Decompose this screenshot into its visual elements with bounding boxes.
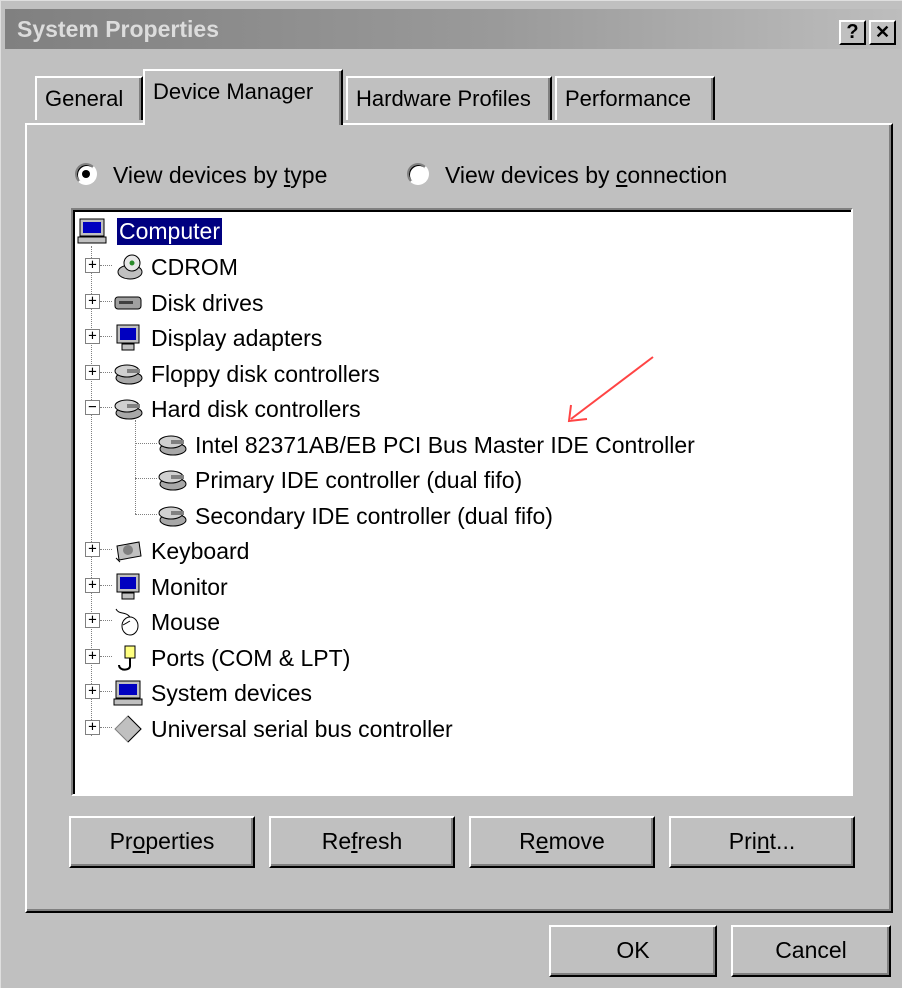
tab-device-manager[interactable]: Device Manager: [143, 69, 343, 125]
tree-child-label: Intel 82371AB/EB PCI Bus Master IDE Cont…: [195, 431, 695, 458]
monitor-icon: [116, 573, 140, 599]
cancel-button[interactable]: Cancel: [731, 925, 891, 977]
tree-item-label: Keyboard: [151, 538, 250, 564]
tree-item-label: Mouse: [151, 609, 221, 635]
title-bar[interactable]: System Properties ? ✕: [5, 9, 901, 49]
remove-button[interactable]: Remove: [469, 816, 655, 868]
tab-general[interactable]: General: [35, 76, 143, 120]
computer-icon: [113, 680, 143, 706]
tab-general-label: General: [45, 86, 124, 111]
usb-diamond-icon: [114, 714, 142, 743]
controller-icon: [158, 506, 187, 526]
tab-performance-label: Performance: [565, 86, 691, 111]
expand-toggle-icon[interactable]: +: [85, 293, 100, 309]
help-button[interactable]: ?: [839, 20, 866, 45]
tab-performance[interactable]: Performance: [555, 76, 715, 120]
tree-child-label: Secondary IDE controller (dual fifo): [195, 502, 553, 529]
view-by-connection-radio[interactable]: View devices by connection: [407, 162, 728, 189]
collapse-toggle-icon[interactable]: −: [85, 400, 100, 415]
expand-toggle-icon[interactable]: +: [85, 258, 100, 273]
tree-child-label: Primary IDE controller (dual fifo): [195, 467, 523, 493]
expand-toggle-icon[interactable]: +: [85, 648, 100, 664]
tree-item-label: Disk drives: [151, 289, 264, 316]
controller-icon: [114, 364, 143, 384]
mouse-icon: [115, 608, 139, 636]
view-by-connection-label: View devices by connection: [445, 162, 728, 188]
refresh-button[interactable]: Refresh: [269, 816, 455, 868]
expand-toggle-icon[interactable]: +: [85, 613, 100, 628]
tree-item-label: Universal serial bus controller: [151, 715, 453, 742]
system-properties-window: System Properties ? ✕ General Device Man…: [0, 0, 902, 988]
expand-toggle-icon[interactable]: +: [85, 577, 100, 593]
view-by-type-radio[interactable]: View devices by type: [75, 162, 328, 189]
tree-item-label: Hard disk controllers: [151, 396, 361, 422]
window-title: System Properties: [17, 16, 219, 42]
device-tree[interactable]: Computer + CDROM + Disk drives + Display adap…: [71, 208, 853, 796]
expand-toggle-icon[interactable]: +: [85, 719, 100, 735]
controller-icon: [158, 470, 187, 491]
controller-icon: [158, 435, 187, 455]
expand-toggle-icon[interactable]: +: [85, 364, 100, 380]
tree-item-label: Monitor: [151, 573, 228, 600]
controller-icon: [114, 399, 143, 420]
tree-root-label: Computer: [117, 218, 222, 245]
tree-item-label: Ports (COM & LPT): [151, 644, 351, 671]
properties-button[interactable]: Properties: [69, 816, 255, 868]
expand-toggle-icon[interactable]: +: [85, 329, 100, 344]
cdrom-icon: [117, 254, 143, 280]
annotation-red-arrow-icon: [567, 356, 654, 423]
tab-hardware-profiles[interactable]: Hardware Profiles: [346, 76, 552, 120]
view-by-type-label: View devices by type: [113, 162, 328, 188]
radio-selected-indicator: [75, 163, 97, 185]
tab-device-manager-label: Device Manager: [153, 79, 314, 104]
expand-toggle-icon[interactable]: +: [85, 542, 100, 557]
keyboard-icon: [115, 541, 142, 563]
ok-button[interactable]: OK: [549, 925, 717, 977]
close-button[interactable]: ✕: [869, 20, 896, 45]
tree-item-label: Display adapters: [151, 325, 323, 351]
tree-item-label: System devices: [151, 680, 313, 706]
monitor-icon: [116, 324, 140, 351]
port-icon: [118, 645, 136, 671]
computer-icon: [77, 218, 107, 244]
disk-drive-icon: [114, 296, 142, 309]
expand-toggle-icon[interactable]: +: [85, 684, 100, 699]
radio-unselected-indicator: [407, 163, 429, 185]
print-button[interactable]: Print...: [669, 816, 855, 868]
tree-item-label: Floppy disk controllers: [151, 360, 380, 387]
tab-hardware-profiles-label: Hardware Profiles: [356, 86, 531, 111]
tree-item-label: CDROM: [151, 254, 238, 280]
